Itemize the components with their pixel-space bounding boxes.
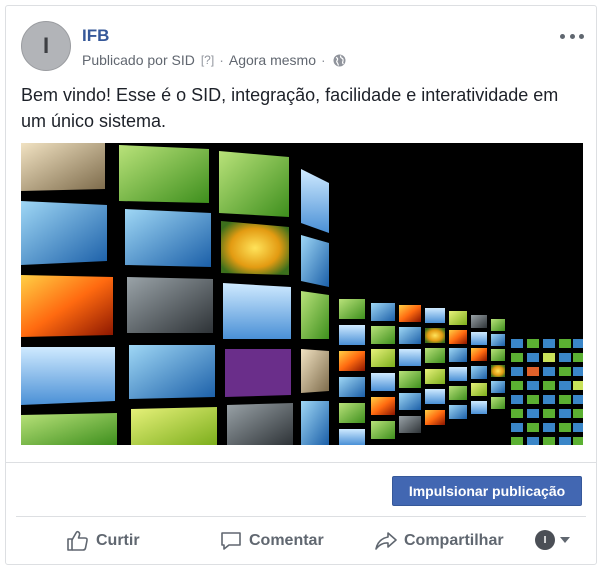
like-label: Curtir — [96, 532, 140, 549]
boost-post-button[interactable]: Impulsionar publicação — [392, 476, 582, 506]
mini-avatar-letter: I — [543, 534, 547, 546]
mini-avatar: I — [535, 530, 555, 550]
post-card: I IFB Publicado por SID [?] · Agora mesm… — [5, 5, 597, 565]
audience-selector[interactable]: I — [535, 530, 570, 550]
post-actions-bar: Curtir Comentar Compartilhar I — [6, 518, 596, 564]
globe-icon[interactable] — [333, 54, 346, 67]
comment-bubble-icon — [221, 532, 241, 550]
meta-separator: · — [219, 52, 224, 68]
post-text: Bem vindo! Esse é o SID, integração, fac… — [21, 85, 559, 131]
video-wall-image — [21, 143, 583, 445]
help-link[interactable]: [?] — [201, 53, 214, 67]
comment-button[interactable]: Comentar — [219, 518, 324, 564]
comment-label: Comentar — [249, 532, 324, 549]
page-avatar[interactable]: I — [21, 21, 71, 71]
post-header: I IFB Publicado por SID [?] · Agora mesm… — [21, 21, 586, 73]
thumbs-up-icon — [67, 530, 88, 551]
share-arrow-icon — [375, 532, 397, 550]
more-options-icon[interactable] — [560, 29, 584, 43]
post-image[interactable] — [21, 143, 583, 445]
caret-down-icon — [560, 537, 570, 543]
meta-separator: · — [321, 52, 326, 68]
avatar-letter: I — [42, 33, 50, 58]
share-label: Compartilhar — [404, 532, 504, 549]
divider — [16, 516, 586, 517]
published-by-text: Publicado por SID — [82, 52, 195, 68]
page-name-link[interactable]: IFB — [82, 26, 109, 46]
share-button[interactable]: Compartilhar — [374, 518, 504, 564]
divider — [6, 462, 596, 463]
timestamp-link[interactable]: Agora mesmo — [229, 52, 316, 68]
like-button[interactable]: Curtir — [66, 518, 140, 564]
post-meta: Publicado por SID [?] · Agora mesmo · — [82, 52, 346, 68]
